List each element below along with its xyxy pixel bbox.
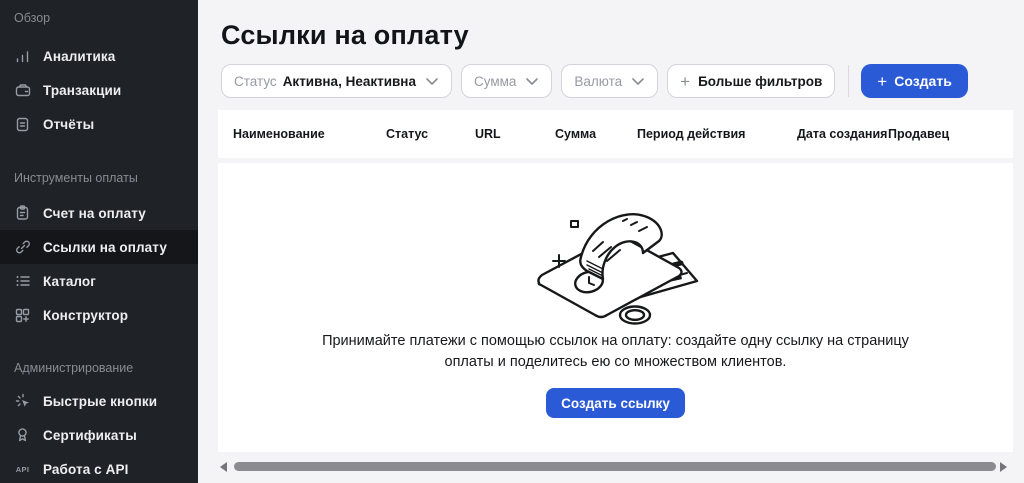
sidebar-item-label: Конструктор: [43, 308, 128, 323]
column-header-url: URL: [475, 127, 555, 141]
api-icon: API: [14, 461, 31, 478]
column-header-seller: Продавец: [888, 127, 1013, 141]
filter-bar: Статус Активна, Неактивна Сумма Валюта: [221, 64, 968, 98]
report-icon: [14, 116, 31, 133]
column-header-amount: Сумма: [555, 127, 637, 141]
sidebar-item-invoice[interactable]: Счет на оплату: [0, 196, 198, 230]
catalog-icon: [14, 273, 31, 290]
status-filter-select[interactable]: Статус Активна, Неактивна: [221, 64, 452, 98]
constructor-icon: [14, 307, 31, 324]
sidebar-item-analytics[interactable]: Аналитика: [0, 39, 198, 73]
column-header-created-date: Дата создания: [797, 127, 888, 141]
more-filters-label: Больше фильтров: [698, 74, 822, 89]
scroll-left-arrow-icon[interactable]: [220, 462, 227, 472]
sidebar-item-label: Ссылки на оплату: [43, 240, 167, 255]
certificate-icon: [14, 427, 31, 444]
amount-filter-label: Сумма: [474, 74, 516, 89]
empty-state-description: Принимайте платежи с помощью ссылок на о…: [321, 331, 911, 373]
plus-icon: +: [877, 73, 887, 90]
wallet-icon: [14, 82, 31, 99]
invoice-icon: [14, 205, 31, 222]
table-header-row: Наименование Статус URL Сумма Период дей…: [218, 110, 1013, 158]
chevron-down-icon: [425, 77, 439, 86]
currency-filter-select[interactable]: Валюта: [561, 64, 658, 98]
sidebar-item-label: Отчёты: [43, 117, 94, 132]
filter-divider: [848, 65, 849, 97]
sidebar-section-payment-tools: Инструменты оплаты: [0, 166, 198, 190]
sidebar-item-label: Транзакции: [43, 83, 121, 98]
main-content: Ссылки на оплату Статус Активна, Неактив…: [198, 0, 1024, 483]
sidebar: Обзор Аналитика Транзакции Отчёты: [0, 0, 198, 483]
status-filter-label: Статус: [234, 74, 277, 89]
bar-chart-icon: [14, 48, 31, 65]
sidebar-item-quick-buttons[interactable]: Быстрые кнопки: [0, 384, 198, 418]
sidebar-item-catalog[interactable]: Каталог: [0, 264, 198, 298]
sidebar-section-administration: Администрирование: [0, 356, 198, 380]
payment-receipt-illustration: [531, 195, 701, 327]
currency-filter-label: Валюта: [574, 74, 622, 89]
sidebar-item-api[interactable]: API Работа с API: [0, 452, 198, 483]
page-title: Ссылки на оплату: [221, 20, 469, 51]
sidebar-section-overview: Обзор: [0, 6, 198, 30]
chevron-down-icon: [525, 77, 539, 86]
sidebar-item-label: Быстрые кнопки: [43, 394, 157, 409]
create-button[interactable]: + Создать: [861, 64, 968, 98]
sidebar-item-label: Работа с API: [43, 462, 128, 477]
sidebar-item-label: Счет на оплату: [43, 206, 146, 221]
horizontal-scrollbar: [198, 458, 1024, 474]
payment-links-page: Обзор Аналитика Транзакции Отчёты: [0, 0, 1024, 483]
empty-state-panel: Принимайте платежи с помощью ссылок на о…: [218, 163, 1013, 452]
sidebar-item-certificates[interactable]: Сертификаты: [0, 418, 198, 452]
status-filter-value: Активна, Неактивна: [283, 74, 416, 89]
scroll-right-arrow-icon[interactable]: [1000, 462, 1007, 472]
scrollbar-thumb[interactable]: [234, 462, 996, 471]
column-header-name: Наименование: [233, 127, 386, 141]
sidebar-item-transactions[interactable]: Транзакции: [0, 73, 198, 107]
amount-filter-select[interactable]: Сумма: [461, 64, 552, 98]
create-button-label: Создать: [894, 73, 952, 89]
sidebar-item-payment-links[interactable]: Ссылки на оплату: [0, 230, 198, 264]
sidebar-item-constructor[interactable]: Конструктор: [0, 298, 198, 332]
sidebar-item-label: Аналитика: [43, 49, 115, 64]
more-filters-button[interactable]: + Больше фильтров: [667, 64, 835, 98]
column-header-validity-period: Период действия: [637, 127, 797, 141]
chevron-down-icon: [631, 77, 645, 86]
sidebar-item-reports[interactable]: Отчёты: [0, 107, 198, 141]
quick-buttons-icon: [14, 393, 31, 410]
create-link-button[interactable]: Создать ссылку: [546, 388, 685, 418]
plus-icon: +: [680, 73, 690, 90]
column-header-status: Статус: [386, 127, 475, 141]
sidebar-item-label: Сертификаты: [43, 428, 137, 443]
link-icon: [14, 239, 31, 256]
sidebar-item-label: Каталог: [43, 274, 96, 289]
